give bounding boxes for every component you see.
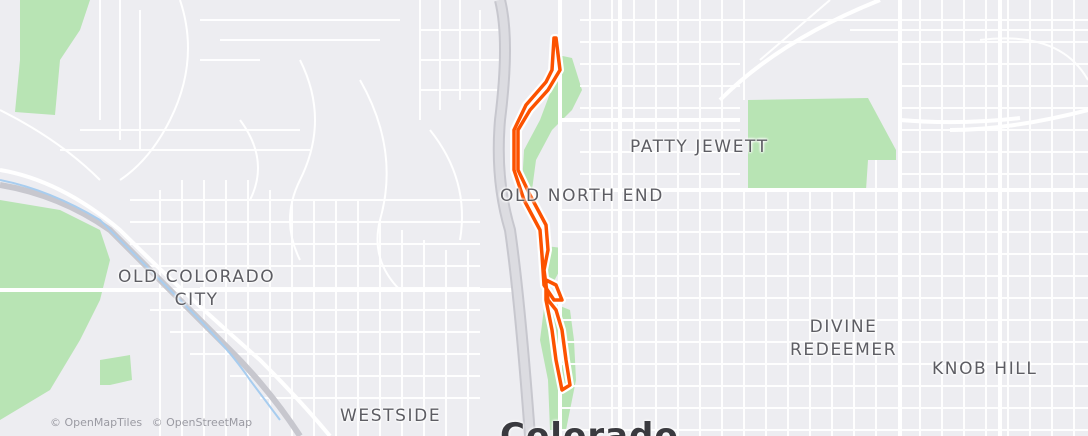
- label-old-colorado-city-line1: OLD COLORADO: [118, 267, 276, 287]
- park-patty-jewett: [748, 98, 896, 192]
- attribution-openmaptiles[interactable]: © OpenMapTiles: [50, 416, 142, 429]
- park-northwest: [15, 0, 90, 115]
- map-base-layer: [0, 0, 1088, 436]
- label-divine-redeemer-line2: REDEEMER: [790, 340, 898, 360]
- label-old-north-end: OLD NORTH END: [500, 186, 664, 206]
- label-colorado-springs: Colorado: [500, 416, 679, 436]
- map-canvas[interactable]: PATTY JEWETT OLD NORTH END OLD COLORADO …: [0, 0, 1088, 436]
- label-knob-hill: KNOB HILL: [932, 359, 1038, 379]
- label-patty-jewett: PATTY JEWETT: [630, 137, 769, 157]
- highways: [0, 0, 536, 436]
- park-garden-west: [0, 200, 110, 420]
- label-old-colorado-city-line2: CITY: [174, 290, 219, 310]
- label-old-colorado-city: OLD COLORADO CITY: [118, 266, 275, 312]
- label-westside: WESTSIDE: [340, 406, 442, 426]
- label-divine-redeemer-line1: DIVINE: [809, 317, 878, 337]
- map-attribution: © OpenMapTiles © OpenStreetMap: [50, 416, 258, 429]
- label-divine-redeemer: DIVINE REDEEMER: [790, 316, 897, 362]
- park-small-west: [100, 355, 132, 385]
- attribution-openstreetmap[interactable]: © OpenStreetMap: [152, 416, 253, 429]
